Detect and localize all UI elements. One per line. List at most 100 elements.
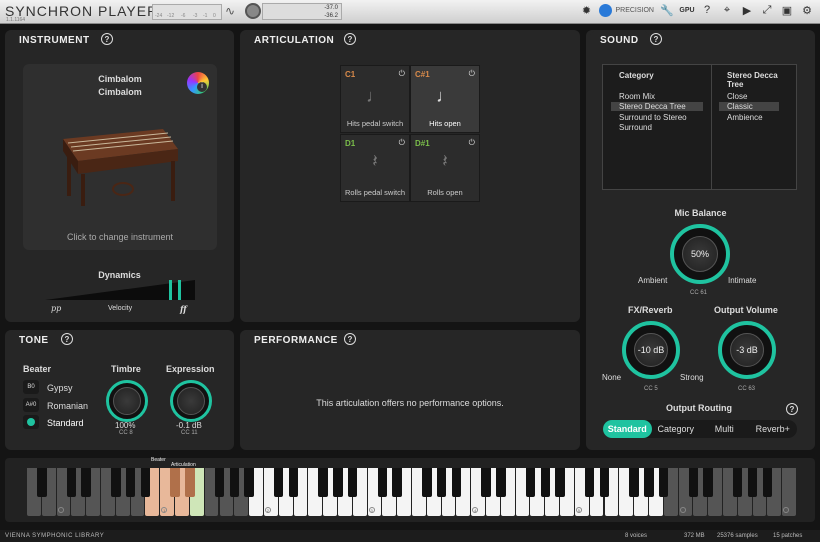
black-key[interactable] [81, 468, 91, 497]
routing-reverb[interactable]: Reverb+ [749, 420, 798, 438]
gpu-icon[interactable]: GPU [679, 3, 694, 17]
beater-romanian[interactable]: Romanian [47, 401, 88, 411]
black-key[interactable] [318, 468, 328, 497]
black-key[interactable] [629, 468, 639, 497]
black-key[interactable] [540, 468, 550, 497]
routing-help-icon[interactable]: ? [786, 403, 798, 415]
wrench-icon[interactable]: 🔧 [660, 3, 674, 17]
black-key[interactable] [185, 468, 195, 497]
tab-articulation[interactable]: ARTICULATION [244, 31, 345, 49]
tab-instrument[interactable]: INSTRUMENT [9, 31, 100, 49]
location-icon[interactable]: ⌖ [720, 3, 734, 17]
play-icon[interactable]: ▶ [740, 3, 754, 17]
info-icon[interactable]: i [187, 72, 209, 94]
fullscreen-icon[interactable]: ⤢ [760, 3, 774, 17]
layout-icon[interactable]: ▣ [780, 3, 794, 17]
instrument-card[interactable]: Cimbalom Cimbalom i Click to change inst… [23, 64, 217, 250]
help-icon[interactable]: ? [700, 3, 714, 17]
black-key[interactable] [658, 468, 669, 497]
piano-keys[interactable]: 01234567 [27, 468, 797, 516]
performance-help-icon[interactable]: ? [344, 333, 356, 345]
black-key[interactable] [170, 468, 180, 497]
black-key[interactable] [762, 468, 773, 497]
output-volume-knob[interactable]: -3 dB [718, 321, 776, 379]
articulation-cell[interactable]: D#1 ⏻ 𝄽 Rolls open [410, 134, 480, 202]
precision-label: PRECISION [615, 6, 654, 14]
tone-help-icon[interactable]: ? [61, 333, 73, 345]
black-key[interactable] [37, 468, 47, 497]
black-key[interactable] [66, 468, 77, 497]
category-item[interactable]: Surround [619, 123, 652, 132]
mic-item-selected[interactable]: Classic [719, 102, 779, 111]
roll-note-icon: 𝄽 [442, 151, 448, 171]
articulation-cell-selected[interactable]: C#1 ⏻ ♩ Hits open [410, 65, 480, 133]
mic-header: Stereo Decca Tree [727, 71, 778, 89]
fx-reverb-label: FX/Reverb [628, 305, 673, 315]
black-key[interactable] [288, 468, 299, 497]
black-key[interactable] [703, 468, 713, 497]
black-key[interactable] [584, 468, 595, 497]
articulation-cell[interactable]: C1 ⏻ ♩ Hits pedal switch [340, 65, 410, 133]
mic-item[interactable]: Ambience [727, 113, 763, 122]
black-key[interactable] [140, 468, 151, 497]
category-item-selected[interactable]: Stereo Decca Tree [611, 102, 703, 111]
black-key[interactable] [555, 468, 565, 497]
black-key[interactable] [392, 468, 402, 497]
expression-knob[interactable] [170, 380, 212, 422]
tab-performance[interactable]: PERFORMANCE [244, 331, 348, 349]
black-key[interactable] [525, 468, 536, 497]
black-key[interactable] [451, 468, 462, 497]
black-key[interactable] [229, 468, 240, 497]
black-key[interactable] [377, 468, 388, 497]
black-key[interactable] [333, 468, 343, 497]
mic-balance-knob[interactable]: 50% [670, 224, 730, 284]
power-icon[interactable]: ⏻ [469, 69, 475, 79]
precision-toggle[interactable]: PRECISION [599, 3, 654, 17]
fx-reverb-knob[interactable]: -10 dB [622, 321, 680, 379]
beater-standard[interactable]: Standard [47, 418, 84, 428]
expression-label: Expression [166, 364, 215, 374]
output-routing-selector: Standard Category Multi Reverb+ [603, 420, 797, 438]
instrument-help-icon[interactable]: ? [101, 33, 113, 45]
dynamics-velocity-curve[interactable] [45, 280, 195, 300]
octave-label: 5 [575, 507, 582, 513]
power-icon[interactable]: ⏻ [469, 138, 475, 148]
timbre-knob[interactable] [106, 380, 148, 422]
black-key[interactable] [111, 468, 121, 497]
black-key[interactable] [422, 468, 432, 497]
tab-tone[interactable]: TONE [9, 331, 59, 349]
articulation-help-icon[interactable]: ? [344, 33, 356, 45]
category-item[interactable]: Room Mix [619, 92, 655, 101]
black-key[interactable] [125, 468, 136, 497]
cpu-icon[interactable]: ⚙ [800, 3, 814, 17]
master-knob[interactable] [245, 3, 261, 19]
black-key[interactable] [244, 468, 254, 497]
volume-fader[interactable]: -37.0 -36.2 [262, 3, 342, 20]
black-key[interactable] [733, 468, 743, 497]
category-item[interactable]: Surround to Stereo [619, 113, 687, 122]
black-key[interactable] [214, 468, 225, 497]
waveform-icon[interactable]: ∿ [225, 4, 235, 18]
black-key[interactable] [747, 468, 758, 497]
black-key[interactable] [348, 468, 358, 497]
power-icon[interactable]: ⏻ [399, 69, 405, 79]
sun-icon[interactable]: ✹ [579, 3, 593, 17]
tab-sound[interactable]: SOUND [590, 31, 649, 49]
black-key[interactable] [481, 468, 491, 497]
black-key[interactable] [599, 468, 610, 497]
beater-gypsy[interactable]: Gypsy [47, 383, 73, 393]
black-key[interactable] [436, 468, 447, 497]
meter-tick: -12 [167, 13, 175, 19]
routing-category[interactable]: Category [652, 420, 701, 438]
black-key[interactable] [273, 468, 284, 497]
articulation-cell[interactable]: D1 ⏻ 𝄽 Rolls pedal switch [340, 134, 410, 202]
power-icon[interactable]: ⏻ [399, 138, 405, 148]
beater-standard-radio[interactable] [23, 415, 39, 429]
mic-item[interactable]: Close [727, 92, 747, 101]
sound-help-icon[interactable]: ? [650, 33, 662, 45]
black-key[interactable] [496, 468, 506, 497]
black-key[interactable] [688, 468, 699, 497]
routing-standard[interactable]: Standard [603, 420, 652, 438]
black-key[interactable] [644, 468, 654, 497]
routing-multi[interactable]: Multi [700, 420, 749, 438]
